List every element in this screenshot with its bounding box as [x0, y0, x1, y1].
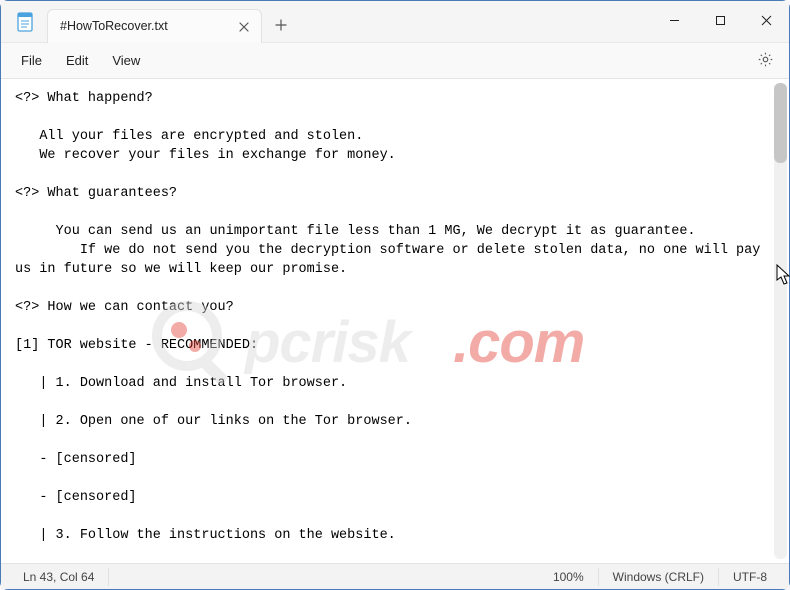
gear-icon — [757, 51, 774, 71]
new-tab-button[interactable] — [266, 10, 296, 40]
minimize-button[interactable] — [651, 1, 697, 39]
tab-close-button[interactable] — [235, 18, 253, 36]
tab-title: #HowToRecover.txt — [60, 19, 168, 33]
maximize-button[interactable] — [697, 1, 743, 39]
notepad-app-icon — [15, 12, 35, 32]
editor-area: <?> What happend? All your files are enc… — [1, 79, 789, 563]
status-zoom[interactable]: 100% — [539, 568, 599, 586]
status-encoding[interactable]: UTF-8 — [719, 568, 781, 586]
status-position[interactable]: Ln 43, Col 64 — [9, 568, 109, 586]
menu-file[interactable]: File — [9, 48, 54, 73]
tab-active[interactable]: #HowToRecover.txt — [47, 9, 262, 43]
menu-edit[interactable]: Edit — [54, 48, 100, 73]
menubar: File Edit View — [1, 43, 789, 79]
scrollbar-thumb[interactable] — [774, 83, 787, 163]
document-text[interactable]: <?> What happend? All your files are enc… — [1, 79, 789, 563]
menu-view[interactable]: View — [100, 48, 152, 73]
status-line-endings[interactable]: Windows (CRLF) — [599, 568, 719, 586]
close-button[interactable] — [743, 1, 789, 39]
window-controls — [651, 1, 789, 39]
settings-button[interactable] — [751, 48, 779, 74]
titlebar: #HowToRecover.txt — [1, 1, 789, 43]
statusbar: Ln 43, Col 64 100% Windows (CRLF) UTF-8 — [1, 563, 789, 589]
